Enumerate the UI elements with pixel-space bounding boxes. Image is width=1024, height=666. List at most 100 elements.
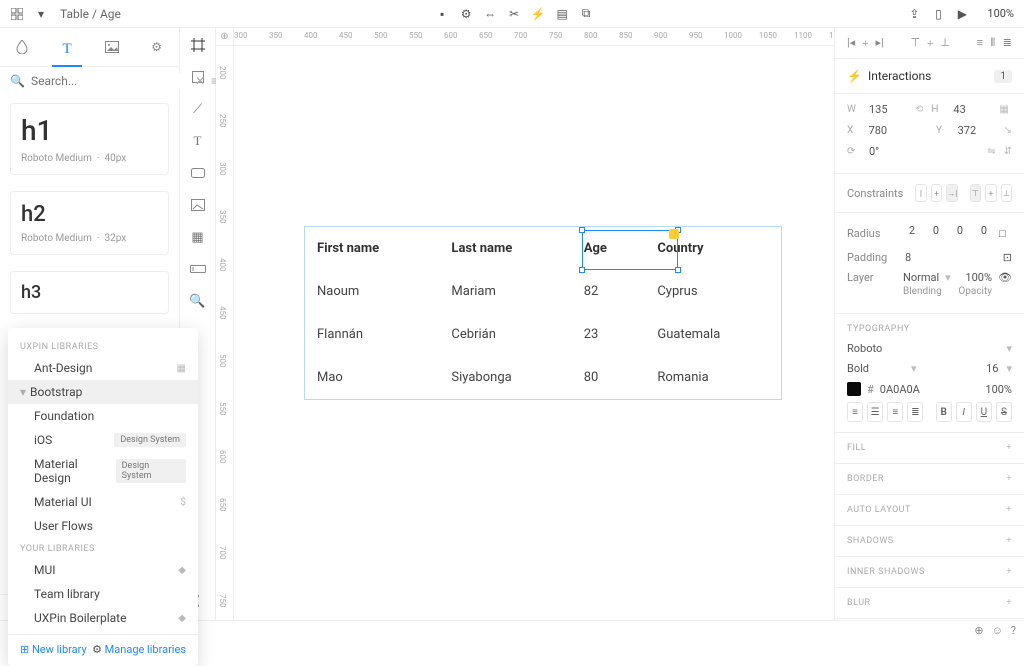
- lib-item-uxpin-boilerplate[interactable]: UXPin Boilerplate◆: [8, 606, 198, 630]
- distribute-h-icon[interactable]: ≡: [977, 36, 983, 50]
- radius-br[interactable]: [951, 223, 969, 238]
- lib-item-bootstrap[interactable]: ▾Bootstrap: [8, 380, 198, 404]
- clear-icon[interactable]: ✕: [195, 74, 205, 88]
- tab-settings[interactable]: ⚙: [142, 36, 172, 58]
- lib-item-team-library[interactable]: Team library: [8, 582, 198, 606]
- radius-tr[interactable]: [927, 223, 945, 238]
- tool-line[interactable]: ⟋: [189, 100, 207, 118]
- align-top-icon[interactable]: ⊤: [910, 36, 920, 50]
- share-icon[interactable]: ⇪: [907, 7, 921, 21]
- padding-sides-icon[interactable]: ⊡: [1003, 251, 1012, 264]
- search-input[interactable]: [29, 73, 189, 89]
- lock-pos-icon[interactable]: ↘: [1004, 125, 1012, 136]
- x-input[interactable]: [867, 123, 907, 138]
- lib-item-foundation[interactable]: Foundation: [8, 404, 198, 428]
- flip-v-icon[interactable]: ⇵: [1004, 146, 1012, 157]
- font-weight-select[interactable]: Bold: [847, 362, 905, 375]
- align-bottom-icon[interactable]: ⊥: [940, 36, 950, 50]
- table-row[interactable]: MaoSiyabonga80Romania: [305, 356, 781, 399]
- radius-bl[interactable]: [975, 223, 993, 238]
- rotation-input[interactable]: [867, 144, 907, 159]
- gear-icon[interactable]: ⚙: [459, 7, 473, 21]
- text-align-left[interactable]: ≡: [847, 402, 863, 422]
- text-align-justify[interactable]: ≣: [907, 402, 923, 422]
- text-italic[interactable]: I: [956, 402, 972, 422]
- padding-input[interactable]: [903, 250, 997, 265]
- blend-mode-select[interactable]: Normal: [903, 271, 939, 284]
- text-underline[interactable]: U: [976, 402, 992, 422]
- text-align-right[interactable]: ≡: [887, 402, 903, 422]
- folder-icon[interactable]: ▪: [435, 7, 449, 21]
- tool-frame[interactable]: [189, 36, 207, 54]
- play-icon[interactable]: ▶: [955, 7, 969, 21]
- chevron-down-icon[interactable]: ▾: [34, 7, 48, 21]
- tab-text[interactable]: T: [52, 36, 82, 67]
- lib-item-mui[interactable]: MUI◆: [8, 558, 198, 582]
- section-inner-shadows[interactable]: INNER SHADOWS+: [835, 557, 1024, 588]
- y-input[interactable]: [956, 123, 996, 138]
- section-fill[interactable]: FILL+: [835, 433, 1024, 464]
- table-header[interactable]: Last name: [439, 227, 571, 270]
- help-icon[interactable]: ?: [1011, 624, 1016, 637]
- tool-input[interactable]: [189, 260, 207, 278]
- text-bold[interactable]: B: [936, 402, 952, 422]
- align-left-icon[interactable]: |◂: [847, 36, 855, 50]
- section-border[interactable]: BORDER+: [835, 464, 1024, 495]
- radius-unified-icon[interactable]: □: [999, 227, 1006, 240]
- table-header[interactable]: Country: [645, 227, 781, 270]
- type-preview-h2[interactable]: h2 Roboto Medium · 32px: [10, 191, 169, 255]
- arrows-icon[interactable]: ⇔: [483, 7, 497, 21]
- height-input[interactable]: [951, 102, 991, 117]
- text-color-opacity[interactable]: 100%: [985, 383, 1012, 396]
- constraint-top[interactable]: ⊤: [970, 184, 981, 202]
- type-preview-h3[interactable]: h3: [10, 271, 169, 314]
- lib-item-ant-design[interactable]: Ant-Design▦: [8, 356, 198, 380]
- section-auto-layout[interactable]: AUTO LAYOUT+: [835, 495, 1024, 526]
- breadcrumb[interactable]: Table / Age: [60, 7, 121, 21]
- tool-component[interactable]: ▦: [189, 228, 207, 246]
- lib-item-material-design[interactable]: Material DesignDesign System: [8, 452, 198, 490]
- device-icon[interactable]: ▯: [931, 7, 945, 21]
- radius-tl[interactable]: [903, 223, 921, 238]
- distribute-v-icon[interactable]: ⦀: [990, 36, 995, 50]
- layer-opacity-input[interactable]: 100%: [965, 271, 992, 284]
- constraint-bottom[interactable]: ⊥: [1001, 184, 1012, 202]
- tab-drop[interactable]: [7, 36, 37, 58]
- ratio-icon[interactable]: ▦: [999, 104, 1008, 115]
- text-align-center[interactable]: ☰: [867, 402, 883, 422]
- stack-icon[interactable]: ▤: [555, 7, 569, 21]
- manage-libraries-button[interactable]: ⚙ Manage libraries: [92, 643, 186, 656]
- link-wh-icon[interactable]: ⟲: [915, 104, 923, 115]
- canvas[interactable]: ⊕ 30035040045050055060065070075080085090…: [216, 28, 834, 620]
- bolt-icon[interactable]: ⚡: [531, 7, 545, 21]
- constraint-right[interactable]: →|: [946, 184, 958, 202]
- lib-item-ios[interactable]: iOSDesign System: [8, 428, 198, 452]
- tool-search[interactable]: 🔍: [189, 292, 207, 310]
- user-icon[interactable]: ☺: [992, 624, 1003, 637]
- visibility-icon[interactable]: 👁: [998, 271, 1012, 284]
- link-icon[interactable]: ⧉: [579, 7, 593, 21]
- width-input[interactable]: [867, 102, 907, 117]
- table-header[interactable]: Age: [572, 227, 646, 270]
- zoom-level[interactable]: 100%: [987, 7, 1014, 20]
- constraint-center-h[interactable]: +: [931, 184, 942, 202]
- table-row[interactable]: NaoumMariam82Cyprus: [305, 270, 781, 313]
- artboard-table[interactable]: First nameLast nameAgeCountry NaoumMaria…: [304, 226, 782, 400]
- cut-icon[interactable]: ✂: [507, 7, 521, 21]
- tool-text[interactable]: T: [189, 132, 207, 150]
- table-row[interactable]: FlannánCebrián23Guatemala: [305, 313, 781, 356]
- align-center-h-icon[interactable]: ⧾: [863, 36, 869, 50]
- text-color-swatch[interactable]: [847, 382, 861, 396]
- flip-h-icon[interactable]: ⇋: [987, 146, 995, 157]
- lib-item-user-flows[interactable]: User Flows: [8, 514, 198, 538]
- new-library-button[interactable]: ⊞ New library: [20, 643, 87, 656]
- constraint-center-v[interactable]: +: [985, 184, 996, 202]
- text-color-hex[interactable]: 0A0A0A: [880, 383, 920, 396]
- interactions-label[interactable]: Interactions: [868, 69, 994, 83]
- text-strike[interactable]: S: [996, 402, 1012, 422]
- lib-item-material-ui[interactable]: Material UI$: [8, 490, 198, 514]
- font-size-input[interactable]: [939, 361, 1001, 376]
- section-shadows[interactable]: SHADOWS+: [835, 526, 1024, 557]
- align-center-v-icon[interactable]: ⧾: [927, 36, 933, 50]
- tab-image[interactable]: [97, 36, 127, 58]
